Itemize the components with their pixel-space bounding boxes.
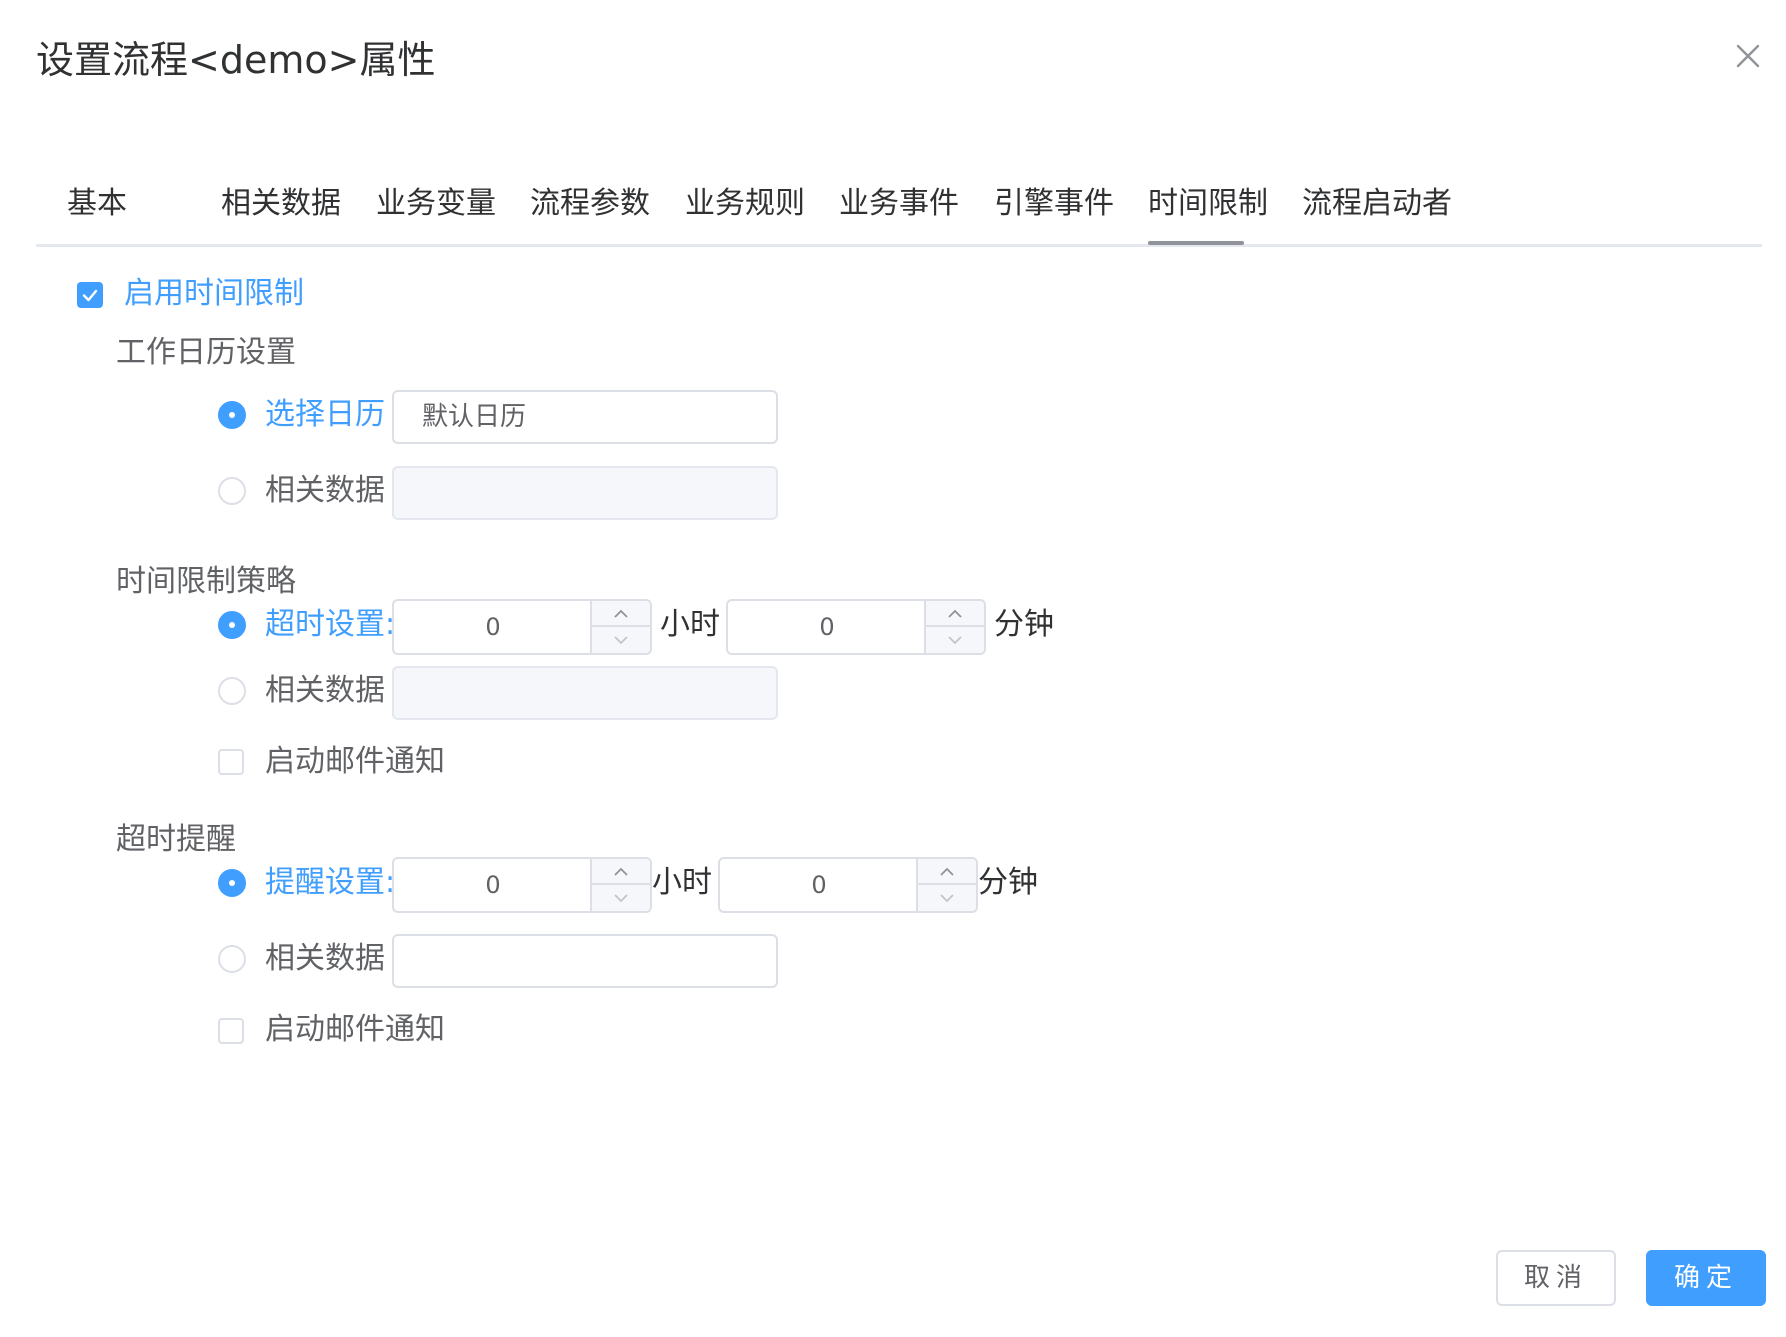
reminder-related-data-input[interactable] (392, 934, 778, 988)
timeout-setting-radio[interactable] (218, 611, 246, 639)
strategy-related-data-input[interactable] (392, 666, 778, 720)
select-calendar-label[interactable]: 选择日历 (265, 395, 385, 435)
reminder-hours-decrease[interactable] (592, 885, 650, 911)
reminder-setting-radio[interactable] (218, 869, 246, 897)
tab-related-data[interactable]: 相关数据 (221, 184, 341, 224)
reminder-related-data-label[interactable]: 相关数据 (265, 939, 385, 979)
reminder-email-label[interactable]: 启动邮件通知 (265, 1010, 445, 1050)
check-icon (82, 289, 98, 302)
timeout-hours-value[interactable]: 0 (394, 601, 592, 653)
reminder-minutes-stepper[interactable]: 0 (718, 857, 978, 913)
timeout-minutes-increase[interactable] (926, 601, 984, 627)
tab-business-variables[interactable]: 业务变量 (376, 184, 496, 224)
chevron-down-icon (614, 894, 628, 903)
timeout-minutes-unit: 分钟 (994, 607, 1054, 642)
calendar-select-input[interactable]: 默认日历 (392, 390, 778, 444)
chevron-up-icon (940, 867, 954, 876)
calendar-related-data-label[interactable]: 相关数据 (265, 471, 385, 511)
timeout-minutes-stepper[interactable]: 0 (726, 599, 986, 655)
chevron-up-icon (948, 609, 962, 618)
strategy-email-label[interactable]: 启动邮件通知 (265, 742, 445, 782)
tab-time-limit[interactable]: 时间限制 (1148, 184, 1268, 224)
reminder-minutes-controls (916, 859, 976, 911)
tab-business-rules[interactable]: 业务规则 (685, 184, 805, 224)
timeout-hours-unit: 小时 (660, 607, 720, 642)
timeout-hours-decrease[interactable] (592, 627, 650, 653)
chevron-down-icon (614, 636, 628, 645)
chevron-down-icon (948, 636, 962, 645)
chevron-up-icon (614, 867, 628, 876)
select-calendar-radio[interactable] (218, 401, 246, 429)
calendar-section-title: 工作日历设置 (116, 335, 296, 370)
active-tab-indicator (1148, 241, 1244, 245)
tab-process-starter[interactable]: 流程启动者 (1302, 184, 1452, 224)
dialog-title: 设置流程<demo>属性 (36, 38, 436, 82)
close-icon (1736, 44, 1760, 68)
reminder-hours-unit: 小时 (652, 865, 712, 900)
strategy-related-data-radio[interactable] (218, 677, 246, 705)
chevron-up-icon (614, 609, 628, 618)
enable-time-limit-checkbox[interactable] (77, 282, 103, 308)
close-button[interactable] (1730, 38, 1766, 74)
cancel-button[interactable]: 取消 (1496, 1250, 1616, 1306)
tab-process-parameters[interactable]: 流程参数 (530, 184, 650, 224)
reminder-hours-controls (590, 859, 650, 911)
tab-basic[interactable]: 基本 (67, 184, 127, 224)
timeout-minutes-decrease[interactable] (926, 627, 984, 653)
timeout-hours-stepper[interactable]: 0 (392, 599, 652, 655)
reminder-minutes-decrease[interactable] (918, 885, 976, 911)
reminder-hours-increase[interactable] (592, 859, 650, 885)
timeout-minutes-controls (924, 601, 984, 653)
reminder-email-checkbox[interactable] (218, 1018, 244, 1044)
reminder-section-title: 超时提醒 (116, 822, 236, 857)
reminder-minutes-unit: 分钟 (978, 865, 1038, 900)
strategy-email-checkbox[interactable] (218, 749, 244, 775)
calendar-related-data-radio[interactable] (218, 477, 246, 505)
calendar-related-data-input[interactable] (392, 466, 778, 520)
tab-bar: 基本 相关数据 业务变量 流程参数 业务规则 业务事件 引擎事件 时间限制 流程… (36, 170, 1762, 247)
strategy-related-data-label[interactable]: 相关数据 (265, 671, 385, 711)
timeout-hours-controls (590, 601, 650, 653)
chevron-down-icon (940, 894, 954, 903)
timeout-setting-label[interactable]: 超时设置: (265, 605, 395, 645)
reminder-minutes-value[interactable]: 0 (720, 859, 918, 911)
tab-engine-events[interactable]: 引擎事件 (994, 184, 1114, 224)
reminder-hours-stepper[interactable]: 0 (392, 857, 652, 913)
reminder-related-data-radio[interactable] (218, 945, 246, 973)
reminder-setting-label[interactable]: 提醒设置: (265, 863, 395, 903)
timeout-minutes-value[interactable]: 0 (728, 601, 926, 653)
tab-business-events[interactable]: 业务事件 (839, 184, 959, 224)
strategy-section-title: 时间限制策略 (116, 564, 296, 599)
reminder-minutes-increase[interactable] (918, 859, 976, 885)
reminder-hours-value[interactable]: 0 (394, 859, 592, 911)
enable-time-limit-label[interactable]: 启用时间限制 (124, 274, 304, 314)
confirm-button[interactable]: 确定 (1646, 1250, 1766, 1306)
timeout-hours-increase[interactable] (592, 601, 650, 627)
